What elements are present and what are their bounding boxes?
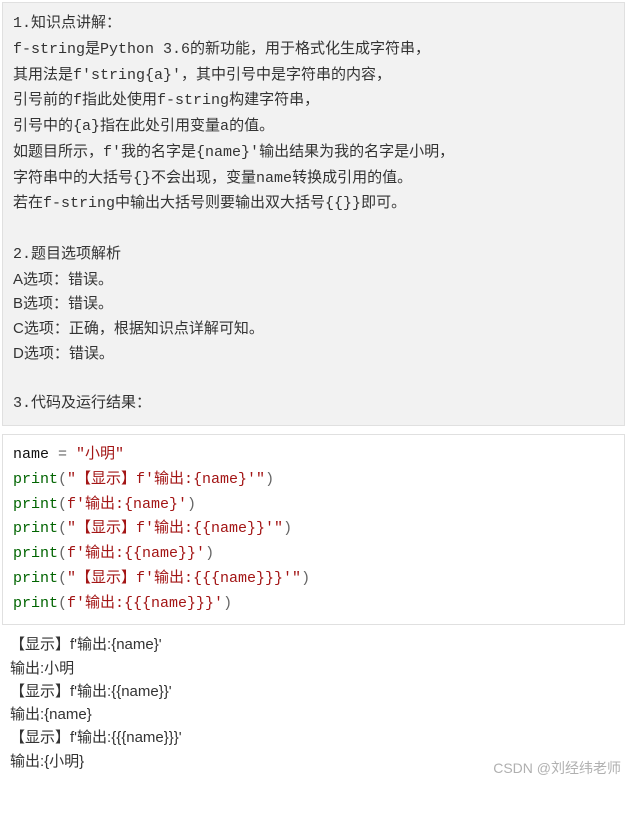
l7b: {}: [133, 170, 151, 187]
section2-heading: 2.题目选项解析: [13, 242, 614, 268]
out5: 【显示】f'输出:{{{name}}}': [10, 726, 617, 749]
str1: "小明": [76, 446, 124, 463]
print-func: print: [13, 496, 58, 513]
l5c: 指在此处引用变量: [100, 117, 220, 134]
line4: 引号前的f指此处使用f-string构建字符串，: [13, 88, 614, 114]
lp: (: [58, 545, 67, 562]
l5b: {a}: [73, 118, 100, 135]
lp: (: [58, 595, 67, 612]
l4a: 引号前的: [13, 91, 73, 108]
option-a: A选项：错误。: [13, 268, 614, 293]
code-block: name = "小明" print("【显示】f'输出:{name}'") pr…: [2, 434, 625, 625]
l7d: name: [256, 170, 292, 187]
l4b: f: [73, 92, 82, 109]
l5e: 的值。: [229, 117, 274, 134]
l4c: 指此处使用: [82, 91, 157, 108]
print-func: print: [13, 520, 58, 537]
out4: 输出:{name}: [10, 703, 617, 726]
l7a: 字符串中的大括号: [13, 169, 133, 186]
option-c: C选项：正确，根据知识点详解可知。: [13, 317, 614, 342]
l4d: f-string: [157, 92, 229, 109]
line6: 如题目所示，f'我的名字是{name}'输出结果为我的名字是小明，: [13, 140, 614, 166]
rp: ): [187, 496, 196, 513]
lp: (: [58, 471, 67, 488]
l4e: 构建字符串，: [229, 91, 319, 108]
explanation-box: 1.知识点讲解： f-string是Python 3.6的新功能，用于格式化生成…: [2, 2, 625, 426]
section1-heading: 1.知识点讲解：: [13, 11, 614, 37]
str5: f'输出:{{name}}': [67, 545, 205, 562]
l6d: {name}': [196, 144, 259, 161]
code-line-2: print("【显示】f'输出:{name}'"): [13, 468, 614, 493]
lp: (: [58, 496, 67, 513]
code-line-5: print(f'输出:{{name}}'): [13, 542, 614, 567]
watermark: CSDN @刘经纬老师: [0, 757, 627, 780]
rp: ): [301, 570, 310, 587]
option-b: B选项：错误。: [13, 292, 614, 317]
l6a: 如题目所示，: [13, 143, 103, 160]
l5a: 引号中的: [13, 117, 73, 134]
l8c: 中输出大括号则要输出双大括号: [115, 194, 325, 211]
line2: f-string是Python 3.6的新功能，用于格式化生成字符串，: [13, 37, 614, 63]
code-line-6: print("【显示】f'输出:{{{name}}}'"): [13, 567, 614, 592]
var-name: name: [13, 446, 58, 463]
l6c: 我的名字是: [121, 143, 196, 160]
blank2: [13, 367, 614, 392]
str4: "【显示】f'输出:{{name}}'": [67, 520, 283, 537]
str6: "【显示】f'输出:{{{name}}}'": [67, 570, 301, 587]
l3c: ，其中引号中是字符串的内容，: [181, 66, 391, 83]
str7: f'输出:{{{name}}}': [67, 595, 223, 612]
line5: 引号中的{a}指在此处引用变量a的值。: [13, 114, 614, 140]
code-line-7: print(f'输出:{{{name}}}'): [13, 592, 614, 617]
sec3: 3.代码及运行结果：: [13, 395, 151, 412]
line3: 其用法是f'string{a}'，其中引号中是字符串的内容，: [13, 63, 614, 89]
code-line-1: name = "小明": [13, 443, 614, 468]
line8: 若在f-string中输出大括号则要输出双大括号{{}}即可。: [13, 191, 614, 217]
option-d: D选项：错误。: [13, 342, 614, 367]
rp: ): [283, 520, 292, 537]
str3: f'输出:{name}': [67, 496, 187, 513]
l8a: 若在: [13, 194, 43, 211]
lp: (: [58, 520, 67, 537]
sec2: 2.题目选项解析: [13, 246, 121, 263]
print-func: print: [13, 545, 58, 562]
print-func: print: [13, 471, 58, 488]
l3b: f'string{a}': [73, 67, 181, 84]
l7c: 不会出现，变量: [151, 169, 256, 186]
sec1-num: 1.知识点讲解：: [13, 15, 121, 32]
code-line-4: print("【显示】f'输出:{{name}}'"): [13, 517, 614, 542]
str2: "【显示】f'输出:{name}'": [67, 471, 265, 488]
lp: (: [58, 570, 67, 587]
rp: ): [223, 595, 232, 612]
print-func: print: [13, 595, 58, 612]
l3a: 其用法是: [13, 66, 73, 83]
rp: ): [265, 471, 274, 488]
l2c: Python 3.6: [100, 41, 190, 58]
code-line-3: print(f'输出:{name}'): [13, 493, 614, 518]
output-block: 【显示】f'输出:{name}' 输出:小明 【显示】f'输出:{{name}}…: [0, 627, 627, 775]
line7: 字符串中的大括号{}不会出现，变量name转换成引用的值。: [13, 166, 614, 192]
out2: 输出:小明: [10, 657, 617, 680]
out1: 【显示】f'输出:{name}': [10, 633, 617, 656]
l7e: 转换成引用的值。: [292, 169, 412, 186]
l2d: 的新功能，用于格式化生成字符串，: [190, 40, 430, 57]
l5d: a: [220, 118, 229, 135]
print-func: print: [13, 570, 58, 587]
l8b: f-string: [43, 195, 115, 212]
l2a: f-string: [13, 41, 85, 58]
out3: 【显示】f'输出:{{name}}': [10, 680, 617, 703]
l8d: {{}}: [325, 195, 361, 212]
l6b: f': [103, 144, 121, 161]
eq-op: =: [58, 446, 76, 463]
l6e: 输出结果为我的名字是小明，: [259, 143, 454, 160]
section3-heading: 3.代码及运行结果：: [13, 391, 614, 417]
rp: ): [205, 545, 214, 562]
l8e: 即可。: [361, 194, 406, 211]
blank1: [13, 217, 614, 242]
l2b: 是: [85, 40, 100, 57]
